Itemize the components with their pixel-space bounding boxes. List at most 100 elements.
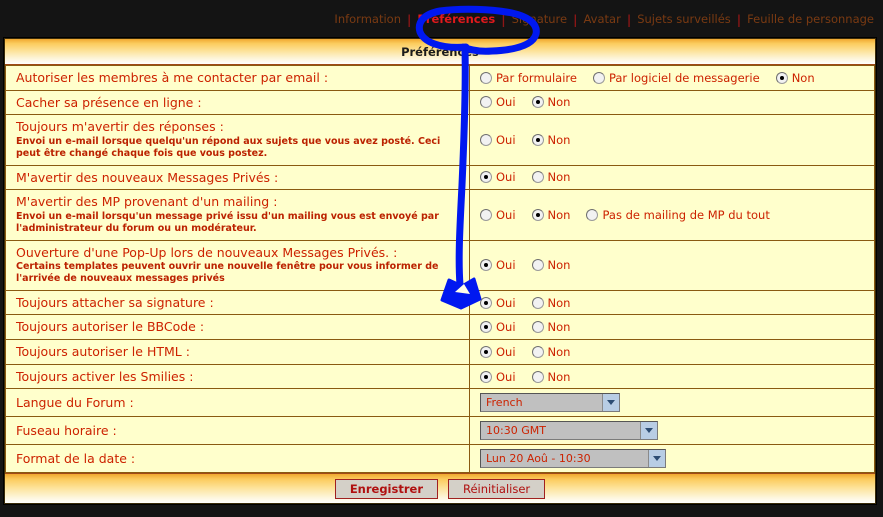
radio-option[interactable]: Non xyxy=(531,320,571,335)
radio-button-icon[interactable] xyxy=(480,96,492,109)
preference-description: Certains templates peuvent ouvrir une no… xyxy=(16,261,439,285)
radio-option-label: Oui xyxy=(496,344,516,359)
radio-option[interactable]: Non xyxy=(775,70,815,85)
table-row: Toujours attacher sa signature : Oui Non xyxy=(5,289,875,316)
radio-button-icon[interactable] xyxy=(480,296,492,309)
table-row: Toujours autoriser le BBCode : Oui Non xyxy=(5,314,875,341)
preference-label-cell: Toujours autoriser le HTML : xyxy=(5,339,470,365)
preference-label: Format de la date : xyxy=(16,451,136,466)
preference-options-cell: Oui Non xyxy=(469,239,875,291)
radio-button-icon[interactable] xyxy=(531,321,544,334)
radio-option[interactable]: Non xyxy=(531,370,570,384)
radio-option[interactable]: Non xyxy=(531,95,571,110)
preference-label: Fuseau horaire : xyxy=(16,423,117,438)
radio-option[interactable]: Oui xyxy=(480,95,516,109)
radio-button-icon[interactable] xyxy=(531,96,544,109)
table-row: Toujours m'avertir des réponses : Envoi u… xyxy=(5,114,875,166)
radio-button-icon[interactable] xyxy=(480,259,492,272)
radio-button-icon[interactable] xyxy=(531,171,544,184)
radio-option-label: Oui xyxy=(496,295,516,310)
radio-option[interactable]: Par logiciel de messagerie xyxy=(592,71,760,85)
radio-button-icon[interactable] xyxy=(480,71,492,84)
preference-label-cell: M'avertir des nouveaux Messages Privés : xyxy=(5,164,470,191)
dropdown-langue-du-forum[interactable]: French xyxy=(480,393,620,413)
radio-button-icon[interactable] xyxy=(531,370,544,383)
radio-option-label: Non xyxy=(547,320,571,335)
chevron-down-icon[interactable] xyxy=(648,450,665,468)
radio-button-icon[interactable] xyxy=(480,345,492,358)
radio-button-icon[interactable] xyxy=(592,71,605,84)
radio-option-label: Oui xyxy=(496,207,516,222)
radio-button-icon[interactable] xyxy=(480,208,492,221)
preference-label-cell: Toujours m'avertir des réponses : Envoi u… xyxy=(5,114,470,166)
radio-button-icon[interactable] xyxy=(531,133,544,146)
radio-option[interactable]: Oui xyxy=(480,370,516,384)
radio-button-icon[interactable] xyxy=(531,259,544,272)
radio-button-icon[interactable] xyxy=(531,296,544,309)
radio-option[interactable]: Oui xyxy=(480,320,516,334)
table-row: M'avertir des nouveaux Messages Privés :… xyxy=(5,164,875,191)
radio-option[interactable]: Non xyxy=(531,170,571,185)
radio-button-icon[interactable] xyxy=(480,171,492,184)
preference-label-cell: Cacher sa présence en ligne : xyxy=(5,89,470,116)
nav-tab-sujets-surveill-s[interactable]: Sujets surveillés xyxy=(632,14,736,26)
radio-button-icon[interactable] xyxy=(480,133,492,146)
radio-option-label: Oui xyxy=(496,320,516,335)
radio-button-icon[interactable] xyxy=(480,321,492,334)
dropdown-format-de-la-date[interactable]: Lun 20 Aoû - 10:30 xyxy=(480,449,666,469)
radio-option[interactable]: Non xyxy=(531,345,570,359)
nav-tab-signature[interactable]: Signature xyxy=(507,14,572,26)
preference-label-cell: Toujours attacher sa signature : xyxy=(5,289,470,316)
form-actions-bar: Enregistrer Réinitialiser xyxy=(5,473,875,504)
preference-label: Cacher sa présence en ligne : xyxy=(16,94,202,110)
radio-button-icon[interactable] xyxy=(586,208,599,221)
radio-option[interactable]: Oui xyxy=(480,170,516,184)
preference-label: Langue du Forum : xyxy=(16,395,134,410)
radio-option-label: Par formulaire xyxy=(496,70,577,85)
radio-option[interactable]: Non xyxy=(531,208,570,222)
chevron-down-icon[interactable] xyxy=(602,394,619,412)
radio-button-icon[interactable] xyxy=(531,208,544,221)
preference-options-cell: Oui Non xyxy=(469,339,875,365)
radio-button-icon[interactable] xyxy=(480,370,492,383)
preference-options-cell: Lun 20 Aoû - 10:30 xyxy=(469,444,875,474)
radio-button-icon[interactable] xyxy=(531,345,544,358)
dropdown-fuseau-horaire[interactable]: 10:30 GMT xyxy=(480,421,658,441)
radio-option-label: Oui xyxy=(496,369,516,384)
preferences-table: Autoriser les membres à me contacter par… xyxy=(5,65,875,474)
reset-button[interactable]: Réinitialiser xyxy=(448,478,546,499)
radio-option-label: Non xyxy=(547,170,571,185)
table-row: M'avertir des MP provenant d'un mailing … xyxy=(5,189,875,241)
radio-option[interactable]: Non xyxy=(531,296,570,310)
radio-option[interactable]: Oui xyxy=(480,345,516,359)
radio-option-label: Non xyxy=(547,95,571,110)
radio-option-label: Non xyxy=(791,70,815,85)
save-button[interactable]: Enregistrer xyxy=(334,478,438,499)
radio-option[interactable]: Oui xyxy=(480,208,516,222)
preference-options-cell: Oui Non xyxy=(469,164,875,191)
radio-option-label: Oui xyxy=(496,170,516,185)
radio-option[interactable]: Oui xyxy=(480,296,516,310)
preference-label: Toujours autoriser le BBCode : xyxy=(16,319,205,335)
preference-options-cell: Oui Non xyxy=(469,363,875,390)
preference-label: M'avertir des MP provenant d'un mailing … xyxy=(16,194,278,210)
radio-option[interactable]: Par formulaire xyxy=(480,71,577,85)
nav-tab-feuille-de-personnage[interactable]: Feuille de personnage xyxy=(742,14,879,26)
table-row: Fuseau horaire : 10:30 GMT xyxy=(5,416,875,446)
nav-tab-pr-f-rences[interactable]: Préférences xyxy=(412,14,500,26)
preference-label-cell: Ouverture d'une Pop-Up lors de nouveaux … xyxy=(5,239,470,291)
radio-option[interactable]: Pas de mailing de MP du tout xyxy=(586,208,770,222)
table-row: Toujours activer les Smilies : Oui Non xyxy=(5,363,875,390)
nav-tab-avatar[interactable]: Avatar xyxy=(578,14,625,26)
preference-options-cell: 10:30 GMT xyxy=(469,416,875,446)
radio-button-icon[interactable] xyxy=(775,71,788,84)
radio-option[interactable]: Oui xyxy=(480,258,516,272)
preference-label-cell: Autoriser les membres à me contacter par… xyxy=(5,65,470,91)
chevron-down-icon[interactable] xyxy=(640,422,657,440)
radio-option[interactable]: Non xyxy=(531,133,570,147)
radio-option[interactable]: Non xyxy=(531,258,570,272)
table-row: Toujours autoriser le HTML : Oui Non xyxy=(5,339,875,365)
radio-option[interactable]: Oui xyxy=(480,133,516,147)
preference-options-cell: Oui Non xyxy=(469,114,875,166)
nav-tab-information[interactable]: Information xyxy=(329,14,406,26)
